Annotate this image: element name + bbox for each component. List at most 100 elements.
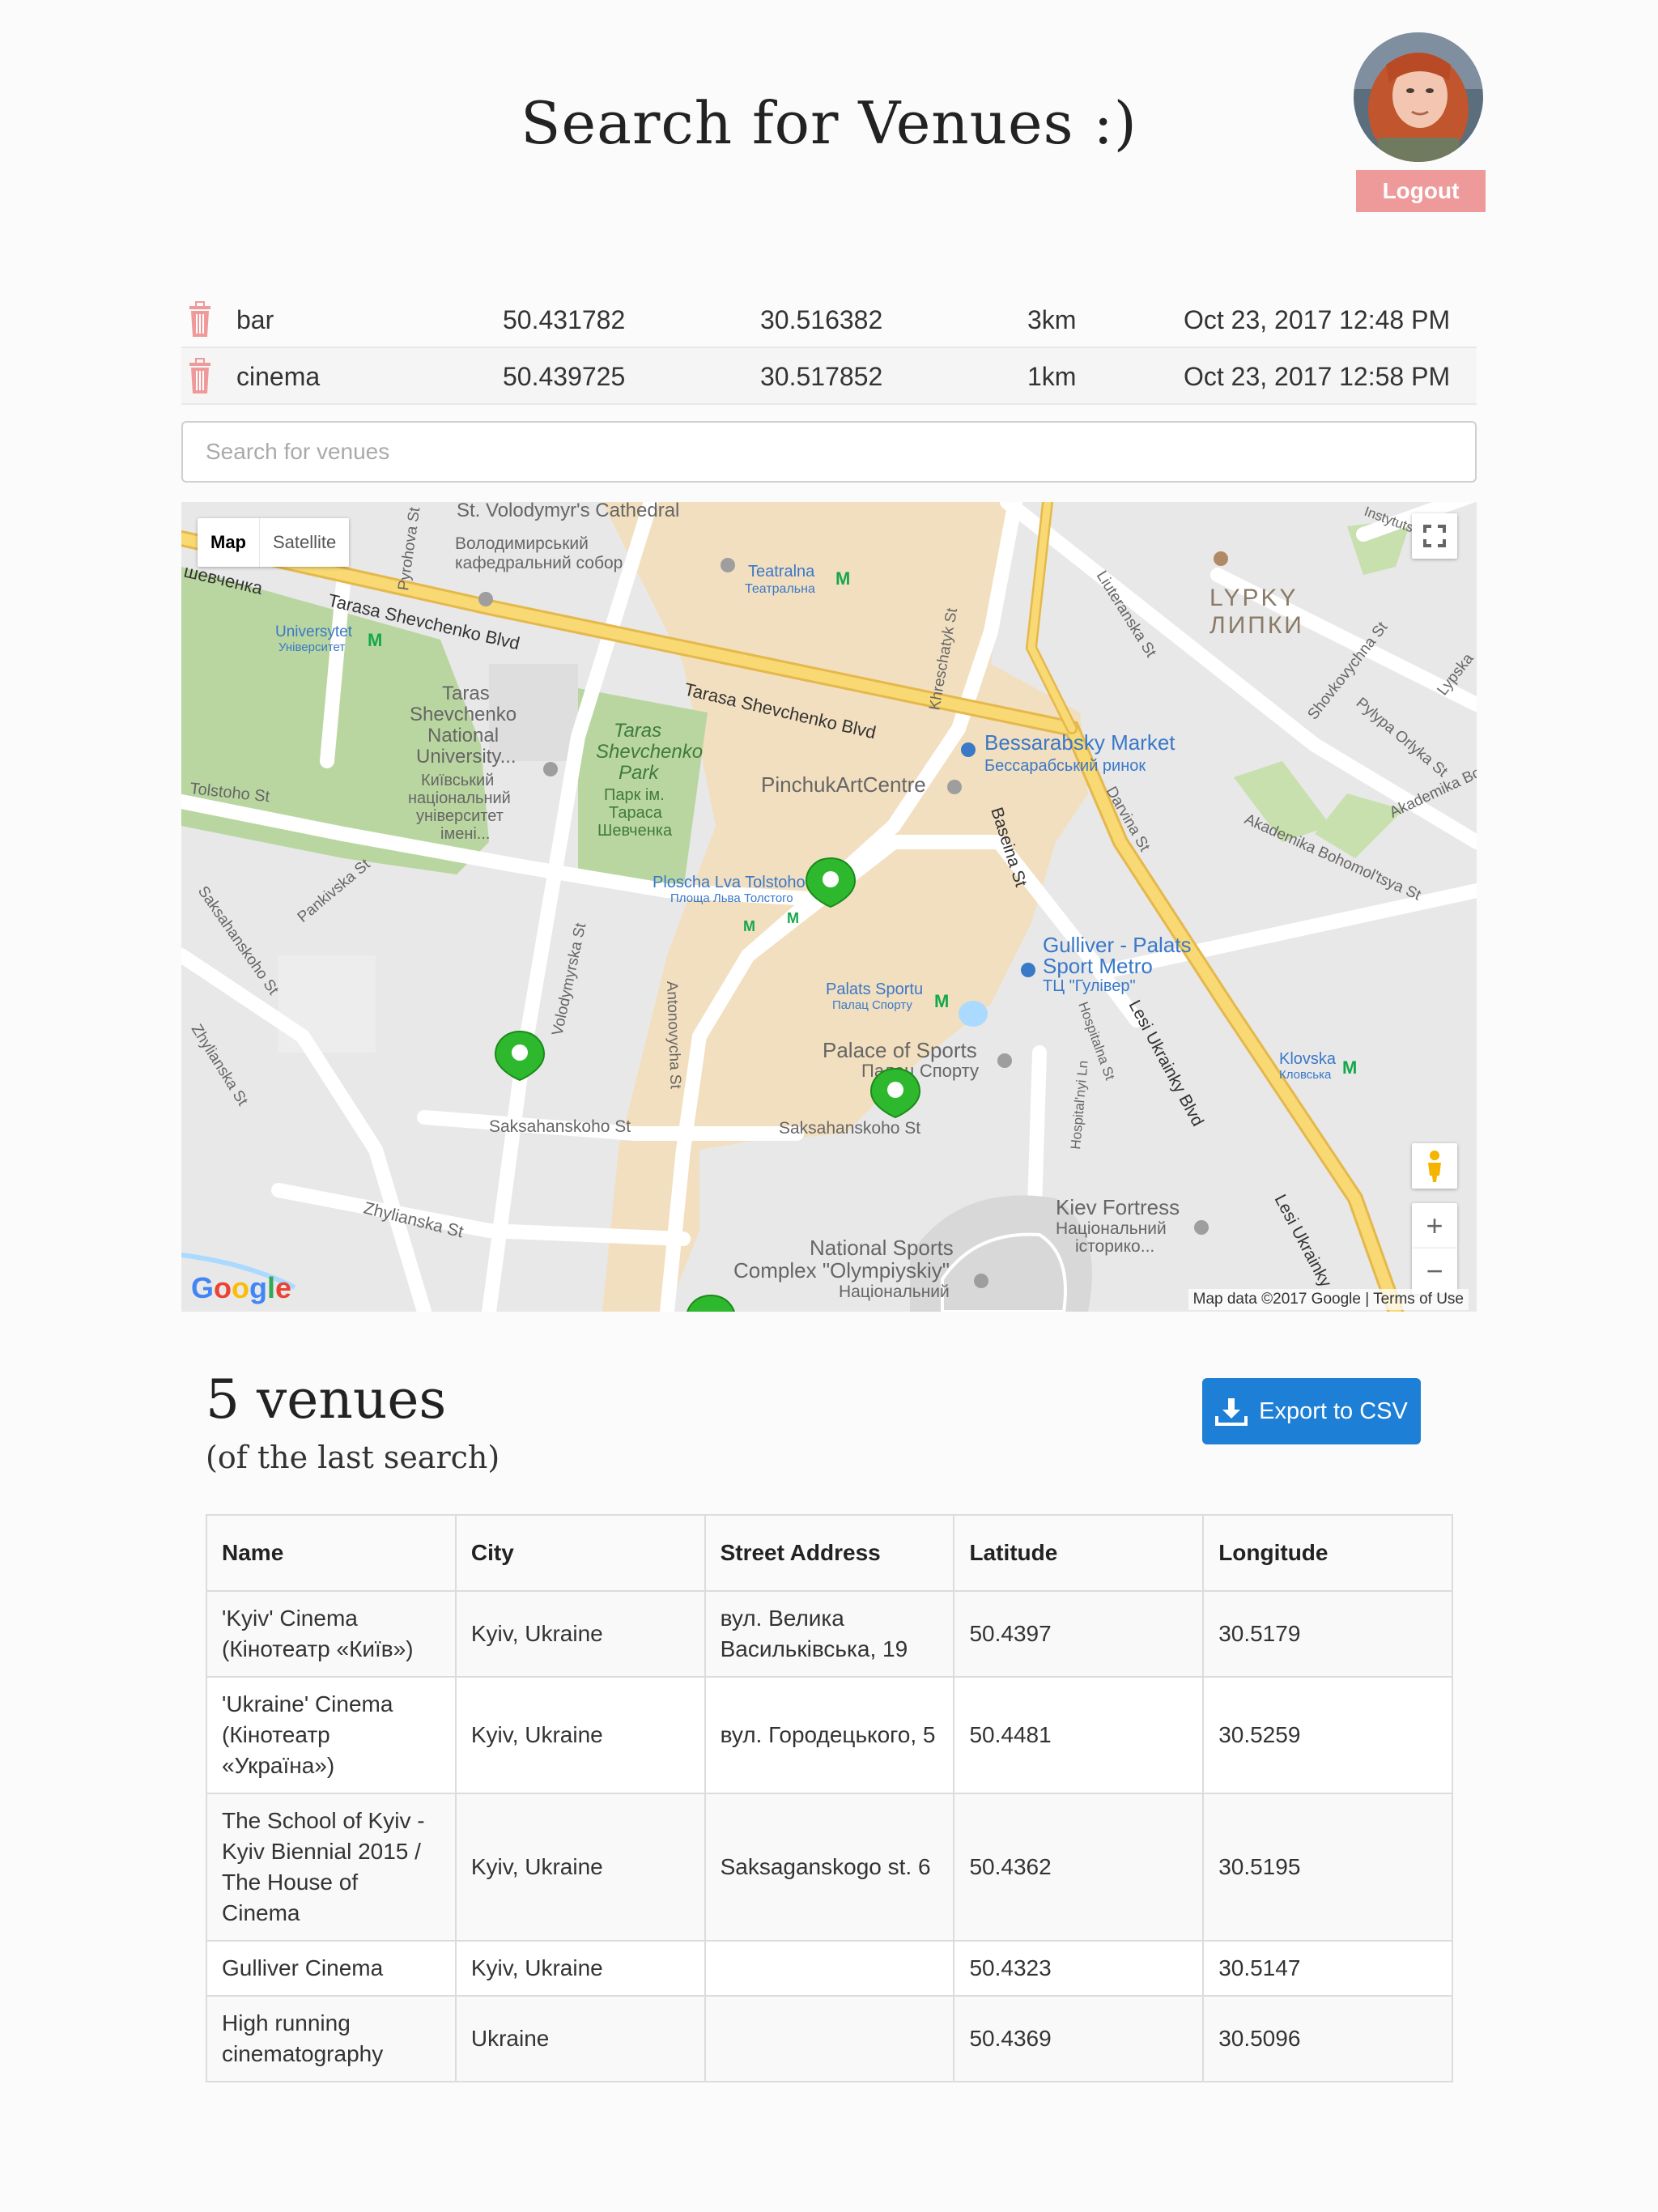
map-label: LYPKY [1209,585,1299,611]
map-type-satellite[interactable]: Satellite [259,518,349,567]
venue-street: Saksaganskogo st. 6 [704,1793,955,1942]
history-lng: 30.517852 [760,362,883,391]
fullscreen-icon[interactable] [1412,513,1457,559]
map-label: Бессарабський ринок [984,757,1146,775]
poi-icon [1214,551,1228,566]
history-lat: 50.439725 [503,362,626,391]
map-type-map[interactable]: Map [198,518,259,567]
map-label: Klovska [1279,1050,1337,1068]
map-label: Ploscha Lva Tolstoho [653,874,806,891]
metro-icon: M [1342,1057,1357,1078]
venue-street [704,1995,955,2082]
map-label: Bessarabsky Market [984,730,1175,755]
metro-icon: M [934,991,949,1011]
venue-name: Gulliver Cinema [206,1940,457,1997]
map[interactable]: St. Volodymyr's Cathedral Володимирський… [181,502,1477,1312]
map-type-toggle: Map Satellite [198,518,350,567]
export-csv-button[interactable]: Export to CSV [1202,1378,1421,1444]
poi-icon [478,592,493,606]
search-history: bar 50.431782 30.516382 3km Oct 23, 2017… [181,291,1477,405]
venue-name: 'Ukraine' Cinema (Кінотеатр «Україна») [206,1676,457,1794]
history-term[interactable]: cinema [236,362,320,392]
map-label: Palace of Sports [823,1038,977,1062]
venue-city: Kyiv, Ukraine [454,1590,706,1678]
map-label: Saksahanskoho St [779,1119,920,1138]
map-attribution[interactable]: Map data ©2017 Google | Terms of Use [1188,1289,1469,1310]
venue-city: Kyiv, Ukraine [454,1793,706,1942]
google-logo: Google [191,1271,292,1304]
map-label: Тараса [609,804,663,822]
venue-street [704,1940,955,1997]
map-label: Палац Спорту [832,998,912,1012]
column-header[interactable]: Street Address [704,1514,955,1592]
venue-city: Ukraine [454,1995,706,2082]
poi-icon [947,780,962,794]
column-header[interactable]: Name [206,1514,457,1592]
column-header[interactable]: City [454,1514,706,1592]
zoom-in-icon[interactable]: + [1412,1203,1457,1249]
table-row[interactable]: 'Kyiv' Cinema (Кінотеатр «Київ») Kyiv, U… [206,1590,1453,1678]
trash-icon[interactable] [188,358,212,402]
metro-icon: M [368,630,382,650]
table-row[interactable]: 'Ukraine' Cinema (Кінотеатр «Україна») K… [206,1676,1453,1794]
map-label: Universytet [275,623,353,640]
zoom-out-icon[interactable]: − [1412,1249,1457,1294]
map-label: Театральна [745,582,815,596]
venue-lat: 50.4362 [953,1793,1205,1942]
metro-icon: M [787,910,799,926]
trash-icon[interactable] [188,301,212,345]
map-label: Парк ім. [604,786,665,804]
map-label: Shevchenko [596,741,703,763]
logout-button[interactable]: Logout [1356,170,1486,212]
map-label: історико... [1075,1237,1154,1256]
venue-lng: 30.5179 [1202,1590,1453,1678]
map-label: PinchukArtCentre [761,772,926,797]
map-label: Teatralna [748,563,815,581]
history-term[interactable]: bar [236,305,274,335]
map-label: ТЦ "Гулівер" [1043,977,1136,995]
venue-lat: 50.4397 [953,1590,1205,1678]
map-label: ЛИПКИ [1209,612,1304,639]
map-label: Kiev Fortress [1056,1195,1180,1219]
column-header[interactable]: Longitude [1202,1514,1453,1592]
venue-street: вул. Городецького, 5 [704,1676,955,1794]
venue-lat: 50.4323 [953,1940,1205,1997]
map-label: Національний [1056,1219,1167,1238]
map-label: Кловська [1279,1068,1332,1082]
venue-lng: 30.5096 [1202,1995,1453,2082]
column-header[interactable]: Latitude [953,1514,1205,1592]
venue-lat: 50.4481 [953,1676,1205,1794]
poi-icon [1021,963,1035,977]
download-icon [1215,1398,1248,1426]
search-input[interactable] [181,421,1477,483]
venue-street: вул. Велика Васильківська, 19 [704,1590,955,1678]
metro-icon: M [835,568,850,589]
map-label: Київський [421,772,494,789]
map-label: університет [416,807,504,825]
map-label: National Sports [810,1236,954,1260]
venue-lat: 50.4369 [953,1995,1205,2082]
map-label: Taras [614,720,661,742]
table-row[interactable]: Gulliver Cinema Kyiv, Ukraine 50.4323 30… [206,1940,1453,1997]
map-canvas[interactable]: St. Volodymyr's Cathedral Володимирський… [181,502,1477,1312]
avatar-image [1354,32,1483,162]
avatar[interactable] [1354,32,1483,162]
history-lng: 30.516382 [760,305,883,334]
table-row[interactable]: High running cinematography Ukraine 50.4… [206,1995,1453,2082]
history-radius: 1km [1027,362,1077,391]
history-row[interactable]: bar 50.431782 30.516382 3km Oct 23, 2017… [181,291,1477,348]
results-subtitle: (of the last search) [206,1440,500,1475]
map-label: Національний [839,1283,950,1301]
table-row[interactable]: The School of Kyiv - Kyiv Biennial 2015 … [206,1793,1453,1942]
map-label: Park [619,762,660,784]
history-row[interactable]: cinema 50.439725 30.517852 1km Oct 23, 2… [181,348,1477,405]
poi-icon [961,742,976,757]
history-lat: 50.431782 [503,305,626,334]
pegman-icon[interactable] [1412,1143,1457,1189]
poi-icon [1194,1220,1209,1235]
results-count: 5 venues [206,1368,447,1431]
map-label: Shevchenko [410,704,517,725]
history-date: Oct 23, 2017 12:48 PM [1184,305,1451,334]
venue-city: Kyiv, Ukraine [454,1940,706,1997]
map-label: St. Volodymyr's Cathedral [457,502,679,521]
